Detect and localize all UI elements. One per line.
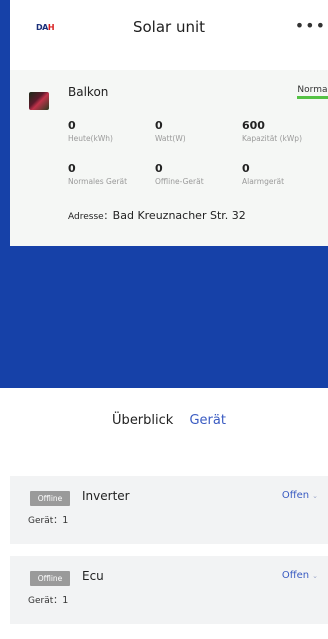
page-title: Solar unit (132, 18, 206, 36)
offline-badge: Offline (30, 571, 70, 586)
metric-label: Alarmgerät (242, 177, 285, 186)
tab-overview[interactable]: Überblick (112, 413, 173, 428)
metric-watt: 0 Watt(W) (155, 119, 186, 143)
metric-offline-devices: 0 Offline-Gerät (155, 162, 204, 186)
metric-value: 0 (155, 119, 163, 132)
device-panel: Überblick Gerät Offline Inverter Offen ⌄ … (10, 388, 328, 639)
station-thumbnail (29, 92, 49, 110)
metric-value: 0 (68, 119, 76, 132)
metric-label: Watt(W) (155, 134, 186, 143)
metric-value: 0 (68, 162, 76, 175)
open-button[interactable]: Offen ⌄ (282, 570, 318, 581)
station-address: Adresse：Bad Kreuznacher Str. 32 (68, 209, 246, 222)
chevron-down-icon: ⌄ (312, 492, 318, 500)
status-badge: Normal (297, 85, 328, 99)
more-dots-icon[interactable]: ••• (295, 16, 326, 35)
metric-label: Heute(kWh) (68, 134, 113, 143)
app-header: DAH Solar unit ••• (10, 0, 328, 70)
device-count-label: Gerät： (28, 516, 63, 526)
address-label: Adresse： (68, 212, 113, 222)
station-item[interactable]: Balkon Normal 0 Heute(kWh) 0 Watt(W) 600… (10, 74, 328, 246)
device-count: Gerät：1 (28, 593, 68, 606)
metric-label: Offline-Gerät (155, 177, 204, 186)
metric-capacity: 600 Kapazität (kWp) (242, 119, 302, 143)
device-name: Inverter (82, 489, 130, 503)
metric-label: Normales Gerät (68, 177, 128, 186)
tab-device[interactable]: Gerät (189, 413, 225, 428)
address-value: Bad Kreuznacher Str. 32 (112, 209, 246, 222)
open-label: Offen (281, 570, 310, 581)
tab-bar: Überblick Gerät (10, 413, 328, 428)
metric-value: 0 (242, 162, 250, 175)
metric-value: 0 (155, 162, 163, 175)
device-count-label: Gerät： (28, 596, 63, 606)
metric-today: 0 Heute(kWh) (68, 119, 113, 143)
device-name: Ecu (82, 569, 104, 583)
station-name: Balkon (68, 85, 109, 99)
metric-label: Kapazität (kWp) (242, 134, 302, 143)
metric-alarm-devices: 0 Alarmgerät (242, 162, 284, 186)
open-button[interactable]: Offen ⌄ (282, 490, 318, 501)
device-row-ecu[interactable]: Offline Ecu Offen ⌄ Gerät：1 (10, 556, 328, 624)
open-label: Offen (281, 490, 310, 501)
chevron-down-icon: ⌄ (312, 572, 318, 580)
metric-value: 600 (242, 119, 265, 132)
device-count-value: 1 (62, 515, 69, 526)
station-card: DAH Solar unit ••• Balkon Normal 0 Heute… (10, 0, 328, 246)
offline-badge: Offline (30, 491, 70, 506)
device-count: Gerät：1 (28, 513, 68, 526)
device-count-value: 1 (62, 595, 69, 606)
metric-normal-devices: 0 Normales Gerät (68, 162, 127, 186)
device-row-inverter[interactable]: Offline Inverter Offen ⌄ Gerät：1 (10, 476, 328, 544)
